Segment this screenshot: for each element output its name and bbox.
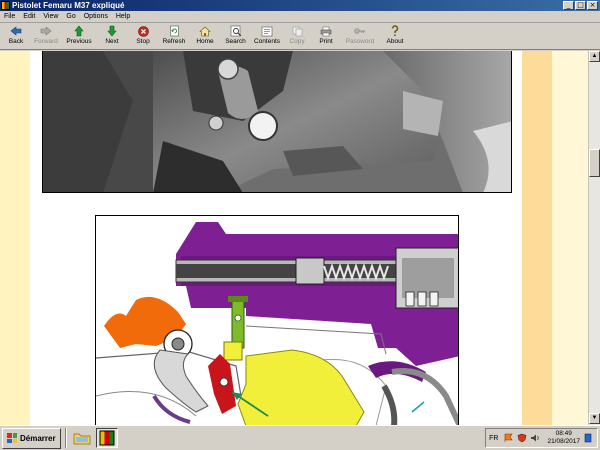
home-icon — [199, 25, 211, 37]
next-label: Next — [105, 38, 119, 45]
refresh-label: Refresh — [162, 38, 186, 45]
show-desktop-icon[interactable] — [584, 433, 594, 443]
taskbar: Démarrer FR 08:49 21/08/2017 — [0, 425, 600, 450]
help-content-pane[interactable]: ▲ ▼ — [0, 51, 600, 425]
arrow-left-icon — [10, 25, 22, 37]
arrow-down-icon — [106, 25, 118, 37]
copy-button[interactable]: Copy — [283, 23, 311, 50]
menu-options[interactable]: Options — [80, 13, 112, 20]
start-label: Démarrer — [20, 433, 56, 443]
menu-view[interactable]: View — [39, 13, 62, 20]
minimize-button[interactable]: _ — [563, 1, 574, 10]
forward-label: Forward — [34, 38, 58, 45]
contents-label: Contents — [253, 38, 281, 45]
previous-label: Previous — [66, 38, 92, 45]
home-label: Home — [196, 38, 214, 45]
clock-date: 21/08/2017 — [547, 438, 580, 445]
back-button[interactable]: Back — [2, 23, 30, 50]
search-button[interactable]: Search — [220, 23, 251, 50]
forward-button[interactable]: Forward — [30, 23, 62, 50]
arrow-right-icon — [40, 25, 52, 37]
scroll-up-button[interactable]: ▲ — [589, 51, 600, 62]
print-label: Print — [319, 38, 333, 45]
menu-bar: File Edit View Go Options Help — [0, 11, 600, 23]
vertical-scrollbar[interactable]: ▲ ▼ — [588, 51, 600, 425]
about-button[interactable]: About — [379, 23, 411, 50]
language-indicator[interactable]: FR — [489, 435, 498, 442]
window-title: Pistolet Femaru M37 expliqué — [12, 1, 125, 10]
start-button[interactable]: Démarrer — [2, 427, 61, 449]
stop-label: Stop — [136, 38, 150, 45]
printer-icon — [320, 25, 332, 37]
taskbar-separator — [64, 428, 67, 448]
close-button[interactable]: × — [587, 1, 598, 10]
password-label: Password — [345, 38, 375, 45]
question-mark-icon — [389, 25, 401, 37]
menu-go[interactable]: Go — [62, 13, 79, 20]
explorer-folder-icon[interactable] — [71, 428, 93, 448]
clock[interactable]: 08:49 21/08/2017 — [547, 430, 580, 446]
refresh-button[interactable]: Refresh — [158, 23, 190, 50]
stop-button[interactable]: Stop — [128, 23, 158, 50]
help-viewer-task-icon[interactable] — [95, 428, 118, 448]
title-bar[interactable]: Pistolet Femaru M37 expliqué _ □ × — [0, 0, 600, 11]
menu-help[interactable]: Help — [112, 13, 134, 20]
password-button[interactable]: Password — [341, 23, 379, 50]
next-button[interactable]: Next — [96, 23, 128, 50]
system-tray: FR 08:49 21/08/2017 — [485, 428, 598, 448]
windows-logo-icon — [7, 433, 17, 443]
app-icon — [1, 1, 10, 10]
home-button[interactable]: Home — [190, 23, 220, 50]
contents-icon — [261, 25, 273, 37]
menu-file[interactable]: File — [0, 13, 19, 20]
back-label: Back — [8, 38, 24, 45]
scroll-thumb[interactable] — [589, 149, 600, 177]
copy-icon — [291, 25, 303, 37]
mechanism-diagram — [95, 215, 459, 425]
search-icon — [230, 25, 242, 37]
security-shield-icon[interactable] — [517, 433, 527, 443]
key-icon — [354, 25, 366, 37]
print-button[interactable]: Print — [311, 23, 341, 50]
copy-label: Copy — [289, 38, 305, 45]
window-controls: _ □ × — [563, 1, 598, 10]
toolbar: Back Forward Previous Next Stop Refresh … — [0, 23, 600, 50]
outer-margin — [552, 51, 588, 425]
right-margin-band — [522, 51, 552, 425]
refresh-icon — [168, 25, 180, 37]
search-label: Search — [225, 38, 246, 45]
volume-icon[interactable] — [530, 433, 540, 443]
scroll-down-button[interactable]: ▼ — [589, 413, 600, 424]
about-label: About — [386, 38, 404, 45]
flag-icon[interactable] — [504, 433, 514, 443]
left-margin — [0, 51, 30, 425]
clock-time: 08:49 — [555, 430, 572, 437]
maximize-button[interactable]: □ — [575, 1, 586, 10]
stop-icon — [137, 25, 149, 37]
previous-button[interactable]: Previous — [62, 23, 96, 50]
contents-button[interactable]: Contents — [251, 23, 283, 50]
application-window: Pistolet Femaru M37 expliqué _ □ × File … — [0, 0, 600, 450]
menu-edit[interactable]: Edit — [19, 13, 39, 20]
arrow-up-icon — [73, 25, 85, 37]
mechanism-photo — [42, 51, 512, 193]
